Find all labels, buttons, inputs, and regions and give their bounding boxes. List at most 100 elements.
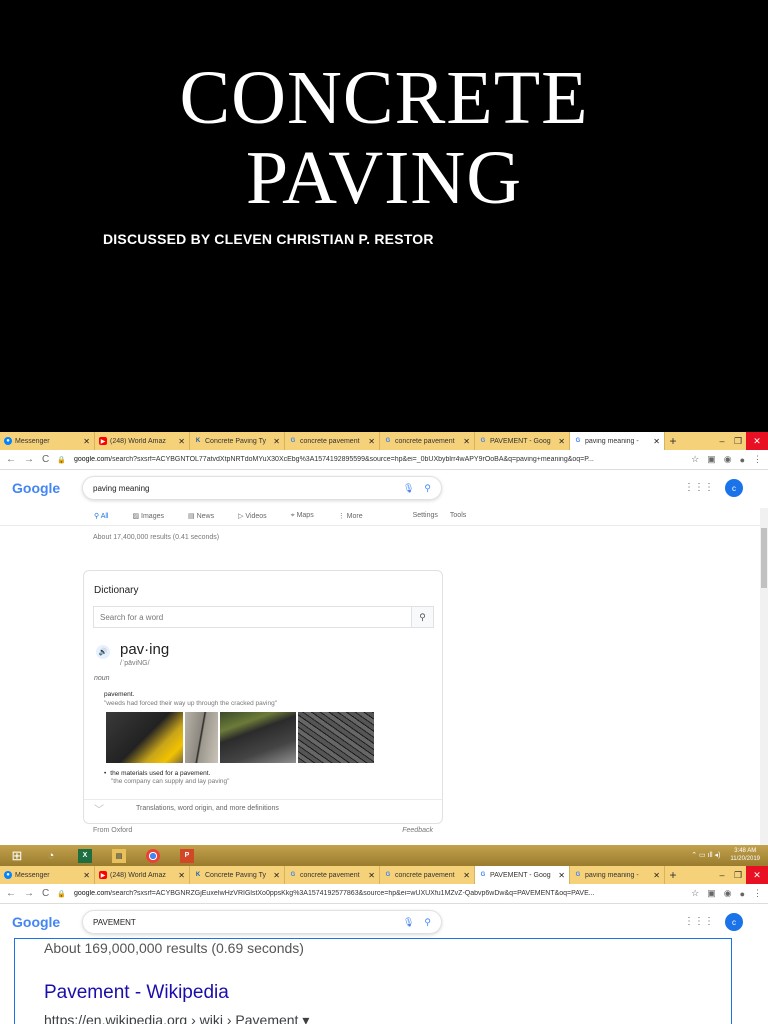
excel-icon[interactable]: X [68,845,102,866]
minimize-icon[interactable]: – [714,432,730,450]
search-icon[interactable]: ⚲ [424,483,431,494]
tab-messenger[interactable]: ● Messenger ✕ [0,866,95,884]
paving-image-crack[interactable] [185,712,218,763]
close-icon[interactable]: ✕ [463,437,470,446]
explorer-icon[interactable]: ◔ [34,845,68,866]
paving-image-roller[interactable] [106,712,183,763]
tab-all[interactable]: ⚲ All [94,512,120,520]
extension-icon[interactable]: ▣ [707,454,716,465]
maximize-icon[interactable]: ❐ [730,866,746,884]
tab-news[interactable]: ▤ News [188,512,226,520]
new-tab-button[interactable]: + [665,866,681,884]
close-icon[interactable]: ✕ [653,871,660,880]
tab-maps[interactable]: ⌖ Maps [291,512,326,520]
search-input[interactable]: paving meaning [93,484,403,493]
search-icon[interactable]: ⚲ [424,917,431,928]
speaker-icon[interactable]: 🔊 [96,645,110,659]
windows-icon[interactable]: ⊞ [0,845,34,866]
close-icon[interactable]: ✕ [178,871,185,880]
chevron-down-icon[interactable]: ﹀ [94,801,104,816]
avatar[interactable]: c [725,913,743,931]
close-icon[interactable]: ✕ [273,437,280,446]
search-box[interactable]: PAVEMENT 🎙 ⚲ [82,910,442,934]
mic-icon[interactable]: 🎙 [403,483,414,494]
more-definitions-link[interactable]: Translations, word origin, and more defi… [136,805,279,812]
tab-videos[interactable]: ▷ Videos [238,512,279,520]
minimize-icon[interactable]: – [714,866,730,884]
apps-grid-icon[interactable]: ⋮⋮⋮ [684,482,714,493]
clock[interactable]: 3:48 AM 11/20/2019 [730,847,760,863]
chrome-icon[interactable] [136,845,170,866]
menu-icon[interactable]: ⋮ [753,888,762,899]
back-icon[interactable]: ← [6,888,16,899]
tools-link[interactable]: Tools [450,512,466,519]
search-icon[interactable]: ⚲ [411,607,433,627]
search-box[interactable]: paving meaning 🎙 ⚲ [82,476,442,500]
tab-concrete-pavement-2[interactable]: Gconcrete pavement ✕ [380,432,475,450]
result-title-link[interactable]: Pavement - Wikipedia [44,982,229,1004]
close-window-icon[interactable]: ✕ [746,866,768,884]
tab-more[interactable]: ⋮ More [338,512,375,520]
apps-grid-icon[interactable]: ⋮⋮⋮ [684,916,714,927]
profile-icon[interactable]: ● [740,455,745,465]
google-logo[interactable]: Google [12,480,82,496]
tab-messenger[interactable]: ● Messenger ✕ [0,432,95,450]
tab-youtube[interactable]: ▶ (248) World Amaz ✕ [95,866,190,884]
close-icon[interactable]: ✕ [83,871,90,880]
tab-paving-meaning[interactable]: Gpaving meaning - ✕ [570,432,665,450]
new-tab-button[interactable]: + [665,432,681,450]
close-icon[interactable]: ✕ [273,871,280,880]
reload-icon[interactable]: C [42,888,49,899]
star-icon[interactable]: ☆ [691,888,699,899]
star-icon[interactable]: ☆ [691,454,699,465]
tab-concrete-pavement-2[interactable]: Gconcrete pavement ✕ [380,866,475,884]
close-icon[interactable]: ✕ [83,437,90,446]
extension-icon-2[interactable]: ◉ [724,888,732,899]
extension-icon-2[interactable]: ◉ [724,454,732,465]
tab-concrete-pavement-1[interactable]: Gconcrete pavement ✕ [285,866,380,884]
tab-paving-meaning[interactable]: Gpaving meaning - ✕ [570,866,665,884]
paving-image-workers[interactable] [220,712,296,763]
maximize-icon[interactable]: ❐ [730,432,746,450]
word-search-input[interactable]: Search for a word [94,613,411,622]
search-input[interactable]: PAVEMENT [93,918,403,927]
result-url[interactable]: https://en.wikipedia.org › wiki › Paveme… [44,1012,309,1024]
google-icon: G [480,872,486,878]
close-icon[interactable]: ✕ [178,437,185,446]
files-icon[interactable]: ▤ [102,845,136,866]
extension-icon[interactable]: ▣ [707,888,716,899]
tab-concrete-paving[interactable]: K Concrete Paving Ty ✕ [190,866,285,884]
close-icon[interactable]: ✕ [368,871,375,880]
feedback-link[interactable]: Feedback [402,827,433,834]
profile-icon[interactable]: ● [740,889,745,899]
reload-icon[interactable]: C [42,454,49,465]
close-window-icon[interactable]: ✕ [746,432,768,450]
mic-icon[interactable]: 🎙 [403,917,414,928]
tray-icons[interactable]: ⌃ ▭ ıll ◂) [691,851,720,859]
tab-concrete-pavement-1[interactable]: Gconcrete pavement ✕ [285,432,380,450]
tab-pavement[interactable]: G PAVEMENT - Goog ✕ [475,432,570,450]
forward-icon[interactable]: → [24,888,34,899]
close-icon[interactable]: ✕ [558,871,565,880]
avatar[interactable]: c [725,479,743,497]
menu-icon[interactable]: ⋮ [753,454,762,465]
close-icon[interactable]: ✕ [463,871,470,880]
powerpoint-icon[interactable]: P [170,845,204,866]
close-icon[interactable]: ✕ [653,437,660,446]
scrollbar-thumb[interactable] [761,528,767,588]
paving-image-cracked-asphalt[interactable] [298,712,374,763]
url-field[interactable]: google.com/search?sxsrf=ACYBGNTOL77atvdX… [74,456,683,463]
google-logo[interactable]: Google [12,914,82,930]
forward-icon[interactable]: → [24,454,34,465]
tab-images[interactable]: ▨ Images [132,512,176,520]
back-icon[interactable]: ← [6,454,16,465]
scrollbar[interactable] [760,508,768,845]
word-search-box[interactable]: Search for a word ⚲ [93,606,434,628]
settings-link[interactable]: Settings [413,512,438,519]
close-icon[interactable]: ✕ [558,437,565,446]
tab-pavement[interactable]: G PAVEMENT - Goog ✕ [475,866,570,884]
close-icon[interactable]: ✕ [368,437,375,446]
tab-concrete-paving[interactable]: K Concrete Paving Ty ✕ [190,432,285,450]
tab-youtube[interactable]: ▶ (248) World Amaz ✕ [95,432,190,450]
url-field[interactable]: google.com/search?sxsrf=ACYBGNRZGjEuxeIw… [74,890,683,897]
